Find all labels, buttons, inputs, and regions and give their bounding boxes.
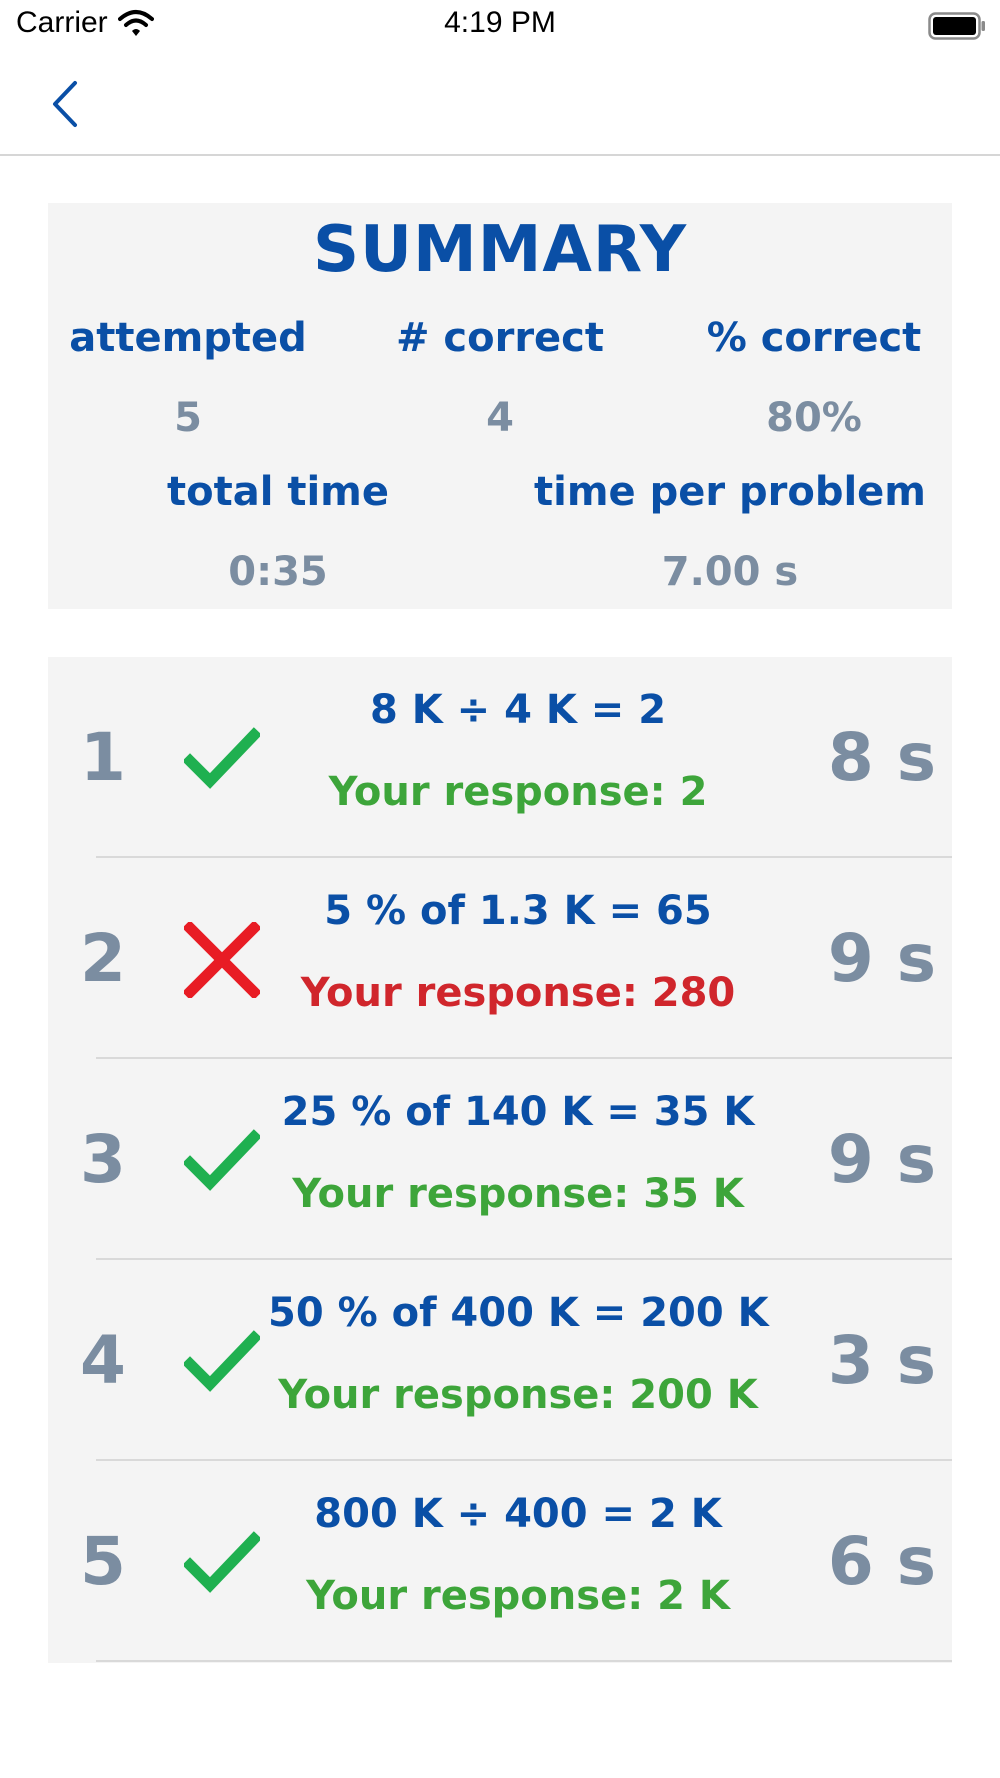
cross-icon (182, 920, 262, 1000)
chevron-left-icon (53, 81, 77, 127)
row-number: 1 (80, 719, 126, 796)
result-row: 5 800 K ÷ 400 = 2 K Your response: 2 K 6… (48, 1461, 952, 1662)
problem-text: 5 % of 1.3 K = 65 (324, 888, 712, 934)
attempted-label: attempted (69, 315, 307, 361)
checkmark-icon (182, 1525, 262, 1601)
result-row: 2 5 % of 1.3 K = 65 Your response: 280 9… (48, 858, 952, 1059)
correct-count-value: 4 (486, 395, 514, 441)
response-text: Your response: 2 K (306, 1573, 730, 1619)
time-per-problem-label: time per problem (534, 469, 926, 515)
carrier-label: Carrier (16, 6, 108, 39)
response-text: Your response: 2 (328, 769, 708, 815)
row-divider (96, 1660, 952, 1662)
response-text: Your response: 200 K (278, 1372, 758, 1418)
checkmark-icon (182, 1324, 262, 1400)
carrier-area: Carrier (16, 6, 154, 40)
summary-title: SUMMARY (312, 213, 688, 287)
navigation-bar (0, 52, 1000, 156)
percent-correct-label: % correct (706, 315, 922, 361)
battery-icon (928, 12, 986, 44)
summary-card: SUMMARY attempted # correct % correct 5 … (48, 203, 952, 609)
status-bar: Carrier 4:19 PM (0, 0, 1000, 52)
time-taken: 8 s (827, 719, 936, 796)
time-per-problem-value: 7.00 s (661, 549, 799, 595)
results-list: 1 8 K ÷ 4 K = 2 Your response: 2 8 s 2 5… (48, 657, 952, 1663)
problem-text: 8 K ÷ 4 K = 2 (369, 687, 667, 733)
time-taken: 3 s (827, 1322, 936, 1399)
response-text: Your response: 280 (300, 970, 736, 1016)
percent-correct-value: 80% (766, 395, 862, 441)
problem-text: 25 % of 140 K = 35 K (281, 1089, 755, 1135)
attempted-value: 5 (174, 395, 202, 441)
problem-text: 50 % of 400 K = 200 K (268, 1290, 769, 1336)
result-row: 4 50 % of 400 K = 200 K Your response: 2… (48, 1260, 952, 1461)
row-number: 3 (80, 1121, 126, 1198)
total-time-label: total time (167, 469, 389, 515)
time-taken: 9 s (827, 920, 936, 997)
checkmark-icon (182, 721, 262, 797)
back-button[interactable] (34, 74, 94, 134)
wifi-icon (117, 10, 154, 36)
row-number: 2 (80, 920, 126, 997)
row-number: 5 (80, 1523, 126, 1600)
time-taken: 9 s (827, 1121, 936, 1198)
time-taken: 6 s (827, 1523, 936, 1600)
total-time-value: 0:35 (228, 549, 328, 595)
results-screen: Carrier 4:19 PM SUMMARY attempted # corr… (0, 0, 1000, 1778)
checkmark-icon (182, 1123, 262, 1199)
result-row: 3 25 % of 140 K = 35 K Your response: 35… (48, 1059, 952, 1260)
correct-count-label: # correct (395, 315, 605, 361)
row-number: 4 (80, 1322, 126, 1399)
response-text: Your response: 35 K (292, 1171, 744, 1217)
problem-text: 800 K ÷ 400 = 2 K (314, 1491, 722, 1537)
result-row: 1 8 K ÷ 4 K = 2 Your response: 2 8 s (48, 657, 952, 858)
